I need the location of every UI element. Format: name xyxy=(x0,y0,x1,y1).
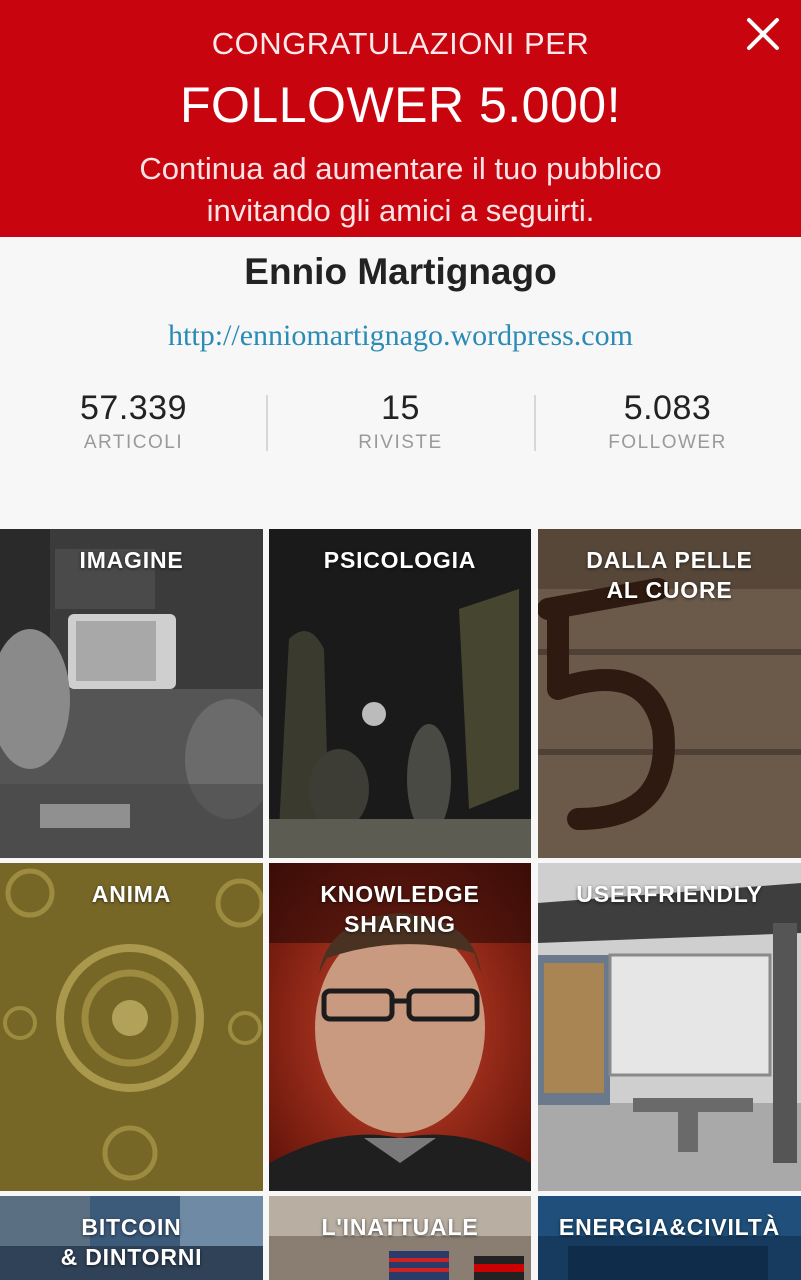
magazine-title: ENERGIA&CIVILTÀ xyxy=(546,1212,793,1242)
magazine-tile-knowledge-sharing[interactable]: KNOWLEDGE SHARING xyxy=(269,863,531,1191)
congratulations-banner: CONGRATULAZIONI PER FOLLOWER 5.000! Cont… xyxy=(0,0,801,237)
stats-divider xyxy=(534,395,536,451)
magazine-title-line1: PSICOLOGIA xyxy=(323,547,477,573)
close-icon xyxy=(747,18,779,50)
magazine-tile-dalla-pelle-al-cuore[interactable]: DALLA PELLE AL CUORE xyxy=(538,529,801,858)
magazine-cover-image xyxy=(538,863,801,1191)
close-banner-button[interactable] xyxy=(741,12,785,56)
magazine-title: L'INATTUALE xyxy=(277,1212,523,1242)
magazine-title: ANIMA xyxy=(8,879,255,909)
magazine-title-line1: ENERGIA&CIVILTÀ xyxy=(558,1214,781,1240)
profile-website-link[interactable]: http://enniomartignago.wordpress.com xyxy=(0,319,801,353)
magazine-title: PSICOLOGIA xyxy=(277,545,523,575)
magazine-title-line2: & DINTORNI xyxy=(60,1244,203,1270)
magazine-title-line1: IMAGINE xyxy=(79,547,184,573)
stat-magazines-value: 15 xyxy=(381,389,420,427)
magazine-tile-anima[interactable]: ANIMA xyxy=(0,863,263,1191)
banner-heading: CONGRATULAZIONI PER xyxy=(211,26,590,61)
stat-followers-label: FOLLOWER xyxy=(608,432,727,453)
magazine-title-line2: AL CUORE xyxy=(606,577,733,603)
magazine-title: IMAGINE xyxy=(8,545,255,575)
magazine-title-line1: L'INATTUALE xyxy=(321,1214,479,1240)
magazine-title-line2: SHARING xyxy=(344,911,456,937)
magazine-title-line1: KNOWLEDGE xyxy=(320,881,480,907)
banner-message-line1: Continua ad aumentare il tuo pubblico xyxy=(139,151,662,186)
magazine-tile-bitcoin[interactable]: BITCOIN & DINTORNI xyxy=(0,1196,263,1280)
stat-articles-value: 57.339 xyxy=(80,389,187,427)
magazine-cover-image xyxy=(0,529,263,858)
banner-milestone: FOLLOWER 5.000! xyxy=(180,77,621,133)
magazine-title: DALLA PELLE AL CUORE xyxy=(546,545,793,605)
magazine-title-line1: USERFRIENDLY xyxy=(576,881,763,907)
banner-message-line2: invitando gli amici a seguirti. xyxy=(206,193,595,228)
magazine-title-line1: BITCOIN xyxy=(81,1214,182,1240)
magazine-title-line1: DALLA PELLE xyxy=(586,547,753,573)
magazine-grid: IMAGINE PSICOLOGIA DALLA PELLE AL CUORE xyxy=(0,529,801,1280)
profile-header: Ennio Martignago http://enniomartignago.… xyxy=(0,237,801,529)
magazine-tile-userfriendly[interactable]: USERFRIENDLY xyxy=(538,863,801,1191)
magazine-tile-imagine[interactable]: IMAGINE xyxy=(0,529,263,858)
magazine-title: USERFRIENDLY xyxy=(546,879,793,909)
stat-followers[interactable]: 5.083 FOLLOWER xyxy=(534,389,801,459)
profile-name: Ennio Martignago xyxy=(244,251,557,292)
magazine-title: KNOWLEDGE SHARING xyxy=(277,879,523,939)
stat-magazines[interactable]: 15 RIVISTE xyxy=(267,389,534,459)
stats-divider xyxy=(266,395,268,451)
magazine-tile-linattuale[interactable]: L'INATTUALE xyxy=(269,1196,531,1280)
magazine-tile-energia-civilta[interactable]: ENERGIA&CIVILTÀ xyxy=(538,1196,801,1280)
stat-magazines-label: RIVISTE xyxy=(358,432,443,453)
magazine-cover-image xyxy=(0,863,263,1191)
banner-message: Continua ad aumentare il tuo pubblico in… xyxy=(0,148,801,232)
magazine-title-line1: ANIMA xyxy=(91,881,172,907)
profile-stats: 57.339 ARTICOLI 15 RIVISTE 5.083 FOLLOWE… xyxy=(0,389,801,459)
magazine-cover-image xyxy=(269,529,531,858)
magazine-tile-psicologia[interactable]: PSICOLOGIA xyxy=(269,529,531,858)
stat-articles-label: ARTICOLI xyxy=(83,432,184,453)
magazine-title: BITCOIN & DINTORNI xyxy=(8,1212,255,1272)
stat-articles[interactable]: 57.339 ARTICOLI xyxy=(0,389,267,459)
stat-followers-value: 5.083 xyxy=(623,389,712,427)
